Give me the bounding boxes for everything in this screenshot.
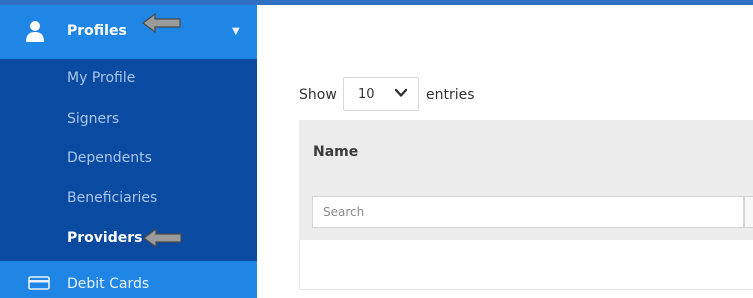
- sidebar-item-beneficiaries[interactable]: Beneficiaries: [67, 190, 157, 206]
- sidebar-item-debit-cards[interactable]: Debit Cards: [0, 261, 257, 298]
- sidebar-item-providers[interactable]: Providers: [67, 230, 142, 246]
- entries-per-page-select[interactable]: 10: [343, 77, 419, 111]
- show-label: Show: [299, 87, 337, 103]
- sidebar-item-label: Profiles: [67, 23, 127, 39]
- entries-label: entries: [426, 87, 475, 103]
- entries-select-value: 10: [358, 87, 375, 102]
- annotation-arrow-icon: [142, 13, 181, 33]
- credit-card-icon: [28, 276, 50, 290]
- name-search-input[interactable]: [312, 196, 744, 228]
- sidebar-item-my-profile[interactable]: My Profile: [67, 70, 135, 86]
- sidebar-item-profiles[interactable]: Profiles ▼: [0, 5, 257, 59]
- user-icon: [26, 21, 44, 42]
- annotation-arrow-icon: [143, 228, 182, 248]
- sidebar-item-label: Debit Cards: [67, 276, 150, 292]
- chevron-down-icon: [394, 88, 408, 97]
- sidebar-item-signers[interactable]: Signers: [67, 111, 119, 127]
- column-header-name[interactable]: Name: [313, 144, 358, 160]
- sidebar-item-dependents[interactable]: Dependents: [67, 150, 152, 166]
- table-body: [299, 240, 753, 290]
- chevron-down-icon[interactable]: ▼: [232, 26, 240, 37]
- next-column-filter-edge: [744, 196, 753, 228]
